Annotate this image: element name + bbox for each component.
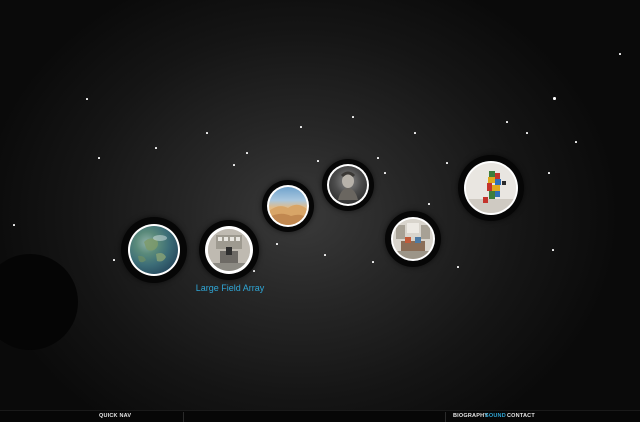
star xyxy=(619,53,621,55)
star xyxy=(384,172,386,174)
large-field-array-thumbnail xyxy=(208,229,250,271)
portrait-orb-button[interactable] xyxy=(322,159,374,211)
star xyxy=(457,266,459,268)
earth-orb-button[interactable] xyxy=(121,217,187,283)
sculpture-orb-button[interactable] xyxy=(458,155,524,221)
large-field-array-orb-button[interactable] xyxy=(199,220,259,280)
gallery-orb-button[interactable] xyxy=(385,211,441,267)
nav-divider xyxy=(445,412,446,422)
earth-thumbnail xyxy=(130,226,178,274)
star xyxy=(13,224,15,226)
nav-link-sound[interactable]: SOUND xyxy=(485,413,506,419)
nav-link-contact[interactable]: CONTACT xyxy=(507,413,535,419)
star xyxy=(414,132,416,134)
star xyxy=(372,261,374,263)
star xyxy=(526,132,528,134)
star xyxy=(86,98,88,100)
bottom-nav-bar: QUICK NAV BIOGRAPHY SOUND CONTACT xyxy=(0,410,640,422)
gallery-thumbnail xyxy=(393,219,433,259)
star xyxy=(155,147,157,149)
starfield-canvas: Large Field Array QUICK NAV BIOGRAPHY SO… xyxy=(0,0,640,422)
star xyxy=(352,116,354,118)
star xyxy=(98,157,100,159)
star xyxy=(246,152,248,154)
star xyxy=(552,249,554,251)
star xyxy=(276,243,278,245)
sculpture-thumbnail xyxy=(466,163,516,213)
desert-thumbnail xyxy=(269,187,307,225)
star xyxy=(113,259,115,261)
star xyxy=(428,203,430,205)
star xyxy=(548,172,550,174)
portrait-thumbnail xyxy=(329,166,367,204)
star xyxy=(575,141,577,143)
nav-divider xyxy=(183,412,184,422)
star xyxy=(300,126,302,128)
star xyxy=(317,160,319,162)
star xyxy=(377,157,379,159)
star xyxy=(446,162,448,164)
star xyxy=(233,164,235,166)
orb-title-label: Large Field Array xyxy=(195,283,265,293)
nav-link-biography[interactable]: BIOGRAPHY xyxy=(453,413,488,419)
dark-planet xyxy=(0,254,78,350)
star xyxy=(324,254,326,256)
star xyxy=(506,121,508,123)
desert-orb-button[interactable] xyxy=(262,180,314,232)
star xyxy=(253,270,255,272)
star xyxy=(553,97,556,100)
quick-nav-toggle[interactable]: QUICK NAV xyxy=(99,413,131,419)
star xyxy=(206,132,208,134)
